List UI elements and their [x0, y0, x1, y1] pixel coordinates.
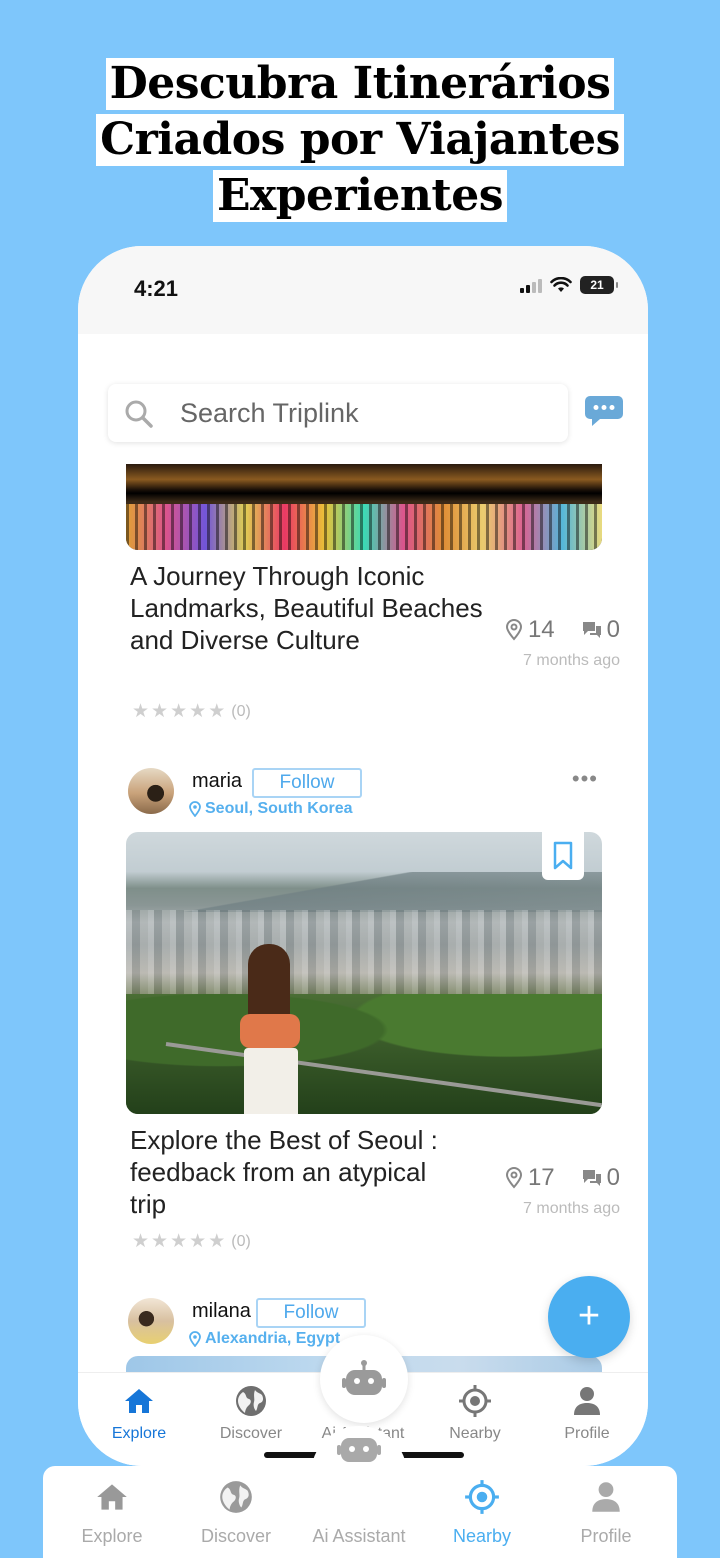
post-1-rating-count: (0) — [231, 702, 251, 720]
post-3-username[interactable]: milana — [192, 1300, 251, 1323]
outer-tab-bar: Explore Discover Ai Assistant Nearby Pro… — [43, 1426, 677, 1558]
avatar[interactable] — [128, 768, 174, 814]
outer-tab-label: Discover — [200, 1526, 271, 1546]
avatar[interactable] — [128, 1298, 174, 1344]
search-placeholder: Search Triplink — [180, 398, 359, 428]
feed[interactable]: A Journey Through Iconic Landmarks, Beau… — [78, 464, 648, 1372]
outer-tab-label: Explore — [81, 1526, 143, 1546]
post-3-location: Alexandria, Egypt — [188, 1330, 340, 1348]
location-pin-icon — [505, 619, 522, 641]
globe-icon — [236, 1386, 266, 1416]
post-2-title[interactable]: Explore the Best of Seoul : feedback fro… — [130, 1124, 460, 1220]
star-icon: ★ — [151, 1231, 169, 1252]
search-icon — [125, 400, 153, 428]
location-pin-icon — [189, 801, 201, 817]
outer-tab-label: Nearby — [452, 1526, 512, 1546]
location-pin-icon — [505, 1167, 522, 1189]
phone-screen: 4:21 21 Search Triplink A Journey Throug… — [78, 246, 648, 1466]
profile-icon — [592, 1482, 620, 1512]
post-2-location-text: Seoul, South Korea — [205, 800, 353, 817]
robot-icon — [337, 1438, 381, 1462]
search-bar[interactable]: Search Triplink — [108, 384, 568, 442]
post-2-time: 7 months ago — [523, 1200, 620, 1217]
star-icon: ★ — [189, 701, 207, 722]
post-2-image[interactable] — [126, 832, 602, 1114]
post-1-time: 7 months ago — [523, 652, 620, 669]
star-icon: ★ — [132, 1231, 150, 1252]
tab-explore[interactable]: Explore — [84, 1373, 194, 1466]
star-icon: ★ — [170, 1231, 188, 1252]
post-1-title[interactable]: A Journey Through Iconic Landmarks, Beau… — [130, 560, 490, 656]
follow-button[interactable]: Follow — [256, 1298, 366, 1328]
outer-tab-label: Profile — [580, 1526, 632, 1546]
globe-icon — [220, 1481, 252, 1513]
post-2-meta: 17 0 — [504, 1164, 620, 1192]
post-1-comments-count: 0 — [606, 616, 620, 643]
post-1-rating: ★ ★ ★ ★ ★ (0) — [132, 700, 251, 723]
tab-label: Discover — [219, 1425, 283, 1442]
post-1-image[interactable] — [126, 464, 602, 550]
more-options-icon[interactable]: ••• — [572, 766, 598, 792]
target-icon — [465, 1480, 499, 1514]
star-icon: ★ — [189, 1231, 207, 1252]
headline-line-3: Experientes — [213, 170, 507, 222]
post-2-comments-count: 0 — [606, 1164, 620, 1191]
post-2-rating-count: (0) — [231, 1232, 251, 1250]
tab-label: Profile — [564, 1425, 610, 1442]
headline-line-2: Criados por Viajantes — [96, 114, 624, 166]
create-trip-button[interactable]: + — [548, 1276, 630, 1358]
outer-tab-ai-assistant[interactable]: Ai Assistant — [296, 1466, 422, 1558]
tab-label: Nearby — [449, 1425, 501, 1442]
target-icon — [459, 1385, 491, 1417]
post-1-places-count: 14 — [527, 616, 555, 643]
status-bar: 4:21 21 — [78, 246, 648, 334]
star-icon: ★ — [208, 701, 226, 722]
post-2-location: Seoul, South Korea — [188, 800, 353, 818]
outer-tab-nearby[interactable]: Nearby — [419, 1466, 545, 1558]
location-pin-icon — [189, 1331, 201, 1347]
promo-headline: Descubra Itinerários Criados por Viajant… — [0, 56, 720, 224]
profile-icon — [574, 1387, 600, 1415]
post-2-username[interactable]: maria — [192, 770, 242, 793]
outer-tab-explore[interactable]: Explore — [49, 1466, 175, 1558]
outer-tab-label: Ai Assistant — [312, 1526, 406, 1546]
post-3-location-text: Alexandria, Egypt — [205, 1330, 341, 1347]
chat-icon[interactable] — [584, 394, 624, 428]
battery-icon: 21 — [580, 276, 618, 294]
post-2-rating: ★ ★ ★ ★ ★ (0) — [132, 1230, 251, 1253]
home-icon — [97, 1484, 127, 1510]
tab-profile[interactable]: Profile — [532, 1373, 642, 1466]
post-1-meta: 14 0 — [504, 616, 620, 644]
star-icon: ★ — [132, 701, 150, 722]
star-icon: ★ — [170, 701, 188, 722]
star-icon: ★ — [208, 1231, 226, 1252]
status-icons: 21 — [520, 276, 618, 294]
status-time: 4:21 — [134, 276, 179, 301]
headline-line-1: Descubra Itinerários — [105, 58, 615, 110]
outer-tab-discover[interactable]: Discover — [173, 1466, 299, 1558]
outer-tab-profile[interactable]: Profile — [543, 1466, 669, 1558]
comments-icon — [582, 622, 601, 638]
post-2-places-count: 17 — [527, 1164, 555, 1191]
wifi-icon — [550, 277, 572, 292]
post-2-author: maria Follow Seoul, South Korea ••• — [128, 766, 608, 818]
star-icon: ★ — [151, 701, 169, 722]
follow-button[interactable]: Follow — [252, 768, 362, 798]
tab-label: Explore — [111, 1425, 167, 1442]
comments-icon — [582, 1170, 601, 1186]
signal-icon — [520, 277, 542, 293]
home-icon — [125, 1389, 153, 1413]
bookmark-icon[interactable] — [542, 832, 584, 880]
